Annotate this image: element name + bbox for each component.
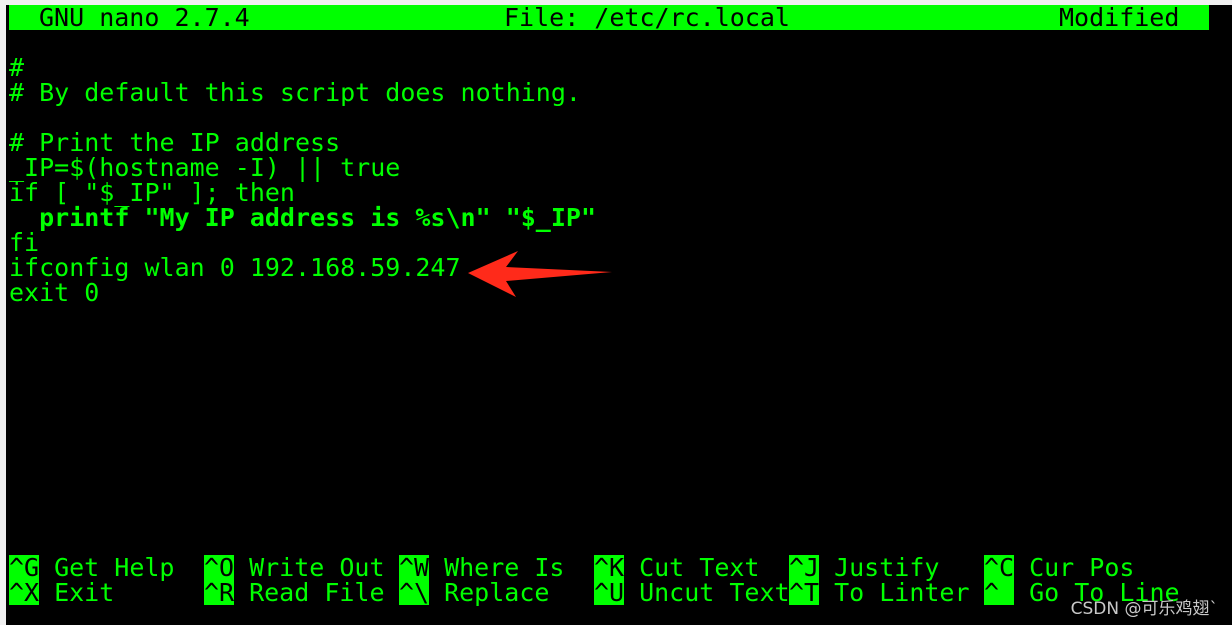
shortcut-key: ^R <box>204 578 235 607</box>
file-name: File: /etc/rc.local <box>504 3 790 32</box>
shortcut-cut-text[interactable]: ^K Cut Text <box>594 555 759 580</box>
shortcut-label: Replace <box>444 578 550 607</box>
editor-line[interactable]: if [ "$_IP" ]; then <box>9 180 295 205</box>
nano-title-bar: GNU nano 2.7.4 File: /etc/rc.local Modif… <box>9 5 1209 30</box>
app-version: GNU nano 2.7.4 <box>39 3 250 32</box>
editor-line[interactable]: exit 0 <box>9 280 99 305</box>
shortcut-key: ^C <box>984 553 1015 582</box>
editor-line[interactable]: _IP=$(hostname -I) || true <box>9 155 400 180</box>
shortcut-key: ^_ <box>984 578 1015 607</box>
shortcut-key: ^K <box>594 553 625 582</box>
shortcut-write-out[interactable]: ^O Write Out <box>204 555 385 580</box>
editor-line[interactable]: # By default this script does nothing. <box>9 80 581 105</box>
shortcut-key: ^G <box>9 553 40 582</box>
shortcut-key: ^W <box>399 553 430 582</box>
editor-line[interactable]: fi <box>9 230 39 255</box>
terminal-window: GNU nano 2.7.4 File: /etc/rc.local Modif… <box>6 5 1232 625</box>
shortcut-key: ^T <box>789 578 820 607</box>
shortcut-read-file[interactable]: ^R Read File <box>204 580 385 605</box>
shortcut-exit[interactable]: ^X Exit <box>9 580 114 605</box>
shortcut-to-linter[interactable]: ^T To Linter <box>789 580 970 605</box>
watermark: CSDN @可乐鸡翅` <box>1070 599 1218 619</box>
editor-line[interactable]: # <box>9 55 24 80</box>
shortcut-key: ^U <box>594 578 625 607</box>
shortcut-key: ^\ <box>399 578 430 607</box>
shortcut-label: Read File <box>249 578 385 607</box>
shortcut-uncut-text[interactable]: ^U Uncut Text <box>594 580 790 605</box>
editor-line[interactable]: printf "My IP address is %s\n" "$_IP" <box>9 205 596 230</box>
shortcut-key: ^O <box>204 553 235 582</box>
shortcut-replace[interactable]: ^\ Replace <box>399 580 549 605</box>
shortcut-key: ^J <box>789 553 820 582</box>
shortcut-label: Uncut Text <box>639 578 790 607</box>
modified-status: Modified <box>1059 3 1180 32</box>
editor-line[interactable]: # Print the IP address <box>9 130 340 155</box>
editor-line-ifconfig[interactable]: ifconfig wlan 0 192.168.59.247 <box>9 255 461 280</box>
red-arrow-icon <box>468 251 612 297</box>
shortcut-justify[interactable]: ^J Justify <box>789 555 939 580</box>
shortcut-key: ^X <box>9 578 40 607</box>
shortcut-label: Exit <box>54 578 115 607</box>
shortcut-cur-pos[interactable]: ^C Cur Pos <box>984 555 1134 580</box>
shortcut-label: To Linter <box>834 578 970 607</box>
shortcut-get-help[interactable]: ^G Get Help <box>9 555 174 580</box>
shortcut-where-is[interactable]: ^W Where Is <box>399 555 564 580</box>
